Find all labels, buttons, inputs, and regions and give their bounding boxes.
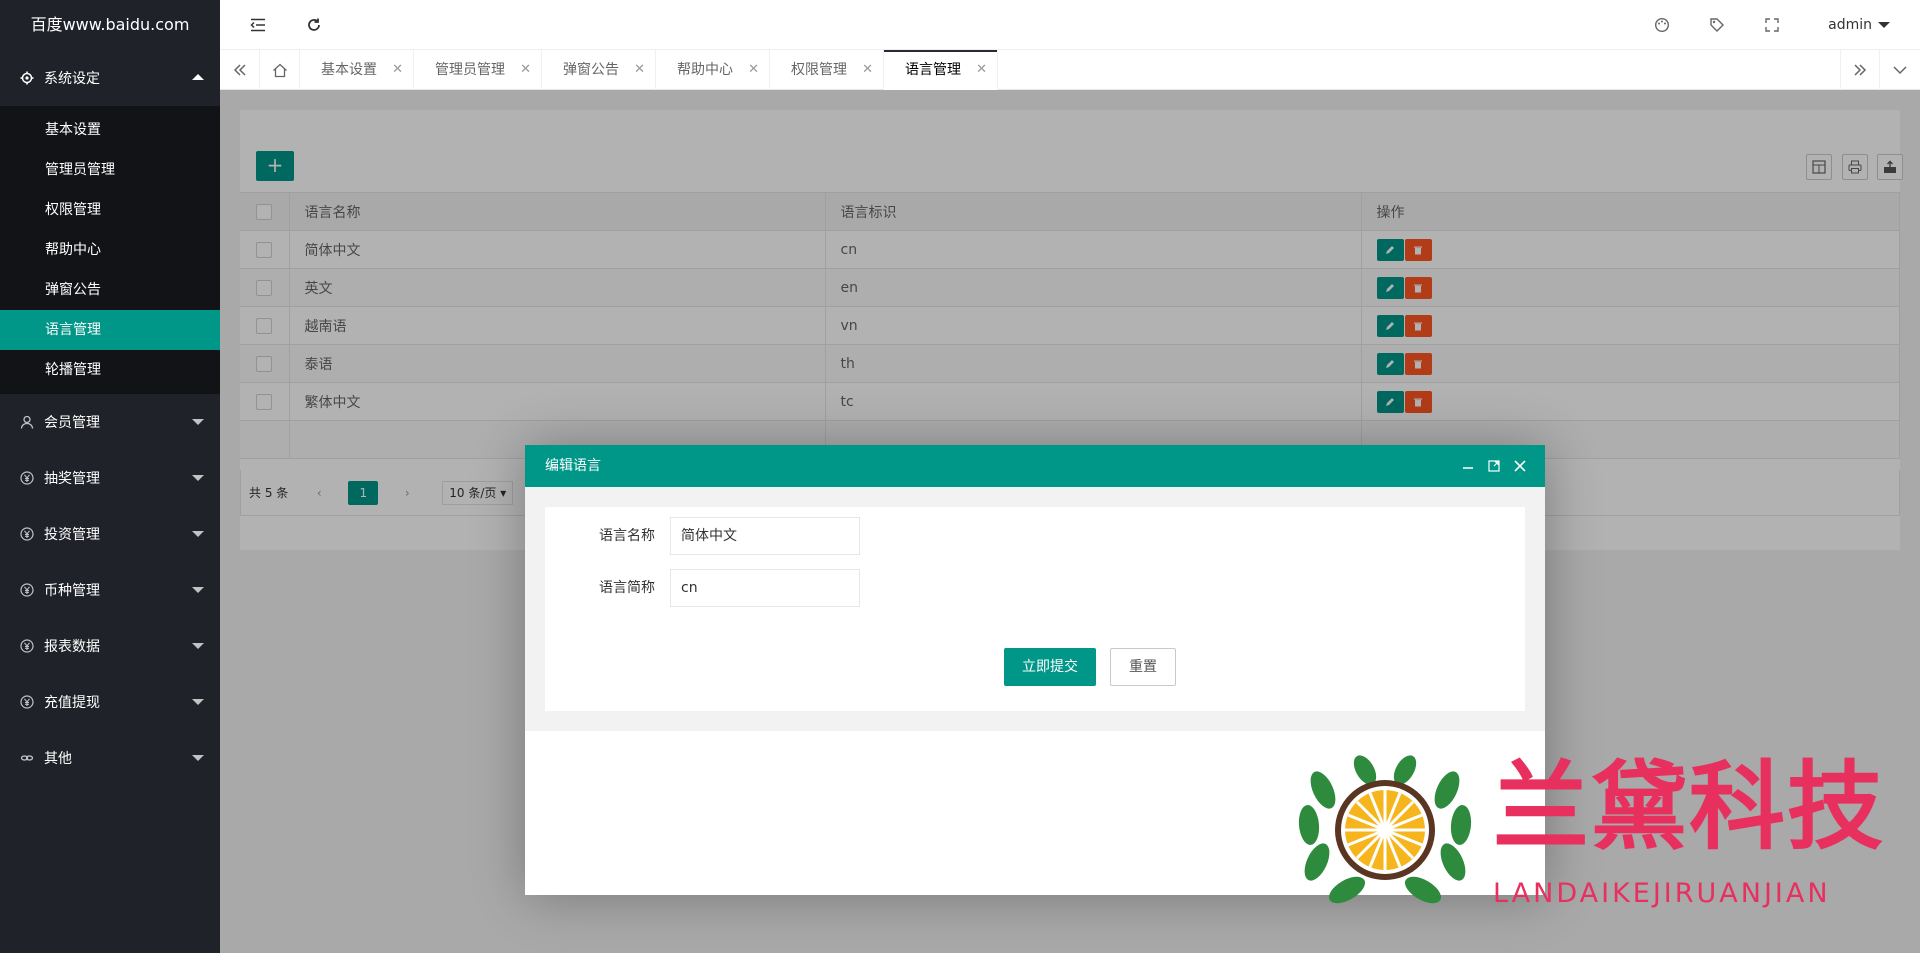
language-name-input[interactable]: 简体中文 xyxy=(670,517,860,555)
tab-label: 语言管理 xyxy=(905,62,961,78)
nav-head-label: 充值提现 xyxy=(44,695,100,711)
link-icon xyxy=(20,751,34,765)
nav-head-label: 币种管理 xyxy=(44,583,100,599)
tab-label: 基本设置 xyxy=(321,62,377,78)
sidebar-item-popup-notice[interactable]: 弹窗公告 xyxy=(0,270,220,310)
watermark-logo-icon xyxy=(1298,755,1472,904)
username: admin xyxy=(1828,17,1872,33)
yen-icon xyxy=(20,695,34,709)
chevron-down-icon xyxy=(192,755,204,761)
sidebar-item-help-center[interactable]: 帮助中心 xyxy=(0,230,220,270)
nav-head-deposit-withdraw[interactable]: 充值提现 xyxy=(0,674,220,730)
nav-head-members[interactable]: 会员管理 xyxy=(0,394,220,450)
nav-head-label: 报表数据 xyxy=(44,639,100,655)
close-icon[interactable]: ✕ xyxy=(520,50,531,90)
chevron-up-icon xyxy=(192,74,204,80)
chevron-down-icon xyxy=(192,419,204,425)
gear-icon xyxy=(20,71,34,85)
nav-head-label: 抽奖管理 xyxy=(44,471,100,487)
tabs: 基本设置 ✕ 管理员管理 ✕ 弹窗公告 ✕ 帮助中心 ✕ 权限管理 ✕ 语言管理 ✕ xyxy=(300,50,998,90)
tag-icon[interactable] xyxy=(1697,0,1737,50)
language-code-label: 语言简称 xyxy=(599,580,655,596)
tab-help-center[interactable]: 帮助中心 ✕ xyxy=(656,50,770,90)
sidebar-item-permissions[interactable]: 权限管理 xyxy=(0,190,220,230)
user-icon xyxy=(20,415,34,429)
close-icon[interactable]: ✕ xyxy=(392,50,403,90)
refresh-icon[interactable] xyxy=(294,0,334,50)
sidebar-item-language[interactable]: 语言管理 xyxy=(0,310,220,350)
minimize-icon[interactable] xyxy=(1457,445,1479,487)
user-menu[interactable]: admin xyxy=(1828,0,1890,50)
watermark-subtitle: LANDAIKEJIRUANJIAN xyxy=(1493,878,1831,909)
close-icon[interactable]: ✕ xyxy=(748,50,759,90)
nav-head-reports[interactable]: 报表数据 xyxy=(0,618,220,674)
submit-button[interactable]: 立即提交 xyxy=(1004,648,1096,686)
dialog-title: 编辑语言 xyxy=(545,458,601,474)
nav-head-label: 系统设定 xyxy=(44,71,100,87)
close-icon[interactable]: ✕ xyxy=(862,50,873,90)
yen-icon xyxy=(20,583,34,597)
yen-icon xyxy=(20,527,34,541)
nav-head-label: 其他 xyxy=(44,751,72,767)
dialog-body: 语言名称 简体中文 语言简称 cn 立即提交 重置 xyxy=(525,487,1545,731)
tabs-menu-chevron-down-icon[interactable] xyxy=(1880,50,1920,90)
chevron-down-icon xyxy=(192,531,204,537)
sidebar-item-admin-management[interactable]: 管理员管理 xyxy=(0,150,220,190)
nav-group-system: 系统设定 基本设置 管理员管理 权限管理 帮助中心 弹窗公告 语言管理 轮播管理 xyxy=(0,50,220,394)
close-icon[interactable]: ✕ xyxy=(634,50,645,90)
tabs-scroll-left-icon[interactable] xyxy=(220,50,260,90)
nav-head-investment[interactable]: 投资管理 xyxy=(0,506,220,562)
tab-popup-notice[interactable]: 弹窗公告 ✕ xyxy=(542,50,656,90)
sidebar-item-basic-settings[interactable]: 基本设置 xyxy=(0,110,220,150)
tab-label: 帮助中心 xyxy=(677,62,733,78)
chevron-down-icon xyxy=(192,643,204,649)
reset-button[interactable]: 重置 xyxy=(1110,648,1176,686)
tab-basic-settings[interactable]: 基本设置 ✕ xyxy=(300,50,414,90)
chevron-down-icon xyxy=(192,587,204,593)
maximize-icon[interactable] xyxy=(1483,445,1505,487)
language-code-input[interactable]: cn xyxy=(670,569,860,607)
chevron-down-icon xyxy=(192,699,204,705)
yen-icon xyxy=(20,471,34,485)
tab-admin-management[interactable]: 管理员管理 ✕ xyxy=(414,50,542,90)
form-row-code: 语言简称 cn xyxy=(545,569,945,607)
nav-head-lottery[interactable]: 抽奖管理 xyxy=(0,450,220,506)
tab-label: 权限管理 xyxy=(791,62,847,78)
tab-permissions[interactable]: 权限管理 ✕ xyxy=(770,50,884,90)
watermark-title: 兰黛科技 xyxy=(1493,751,1885,863)
sidebar: 百度www.baidu.com 系统设定 基本设置 管理员管理 权限管理 帮助中… xyxy=(0,0,220,953)
watermark: 兰黛科技 LANDAIKEJIRUANJIAN xyxy=(1295,752,1905,918)
chevron-down-icon xyxy=(192,475,204,481)
top-header: admin xyxy=(220,0,1920,50)
edit-language-form: 语言名称 简体中文 语言简称 cn 立即提交 重置 xyxy=(545,507,1525,711)
fullscreen-icon[interactable] xyxy=(1752,0,1792,50)
menu-fold-icon[interactable] xyxy=(238,0,278,50)
tabs-scroll-right-icon[interactable] xyxy=(1840,50,1880,90)
home-icon[interactable] xyxy=(260,50,300,90)
nav-head-other[interactable]: 其他 xyxy=(0,730,220,786)
close-icon[interactable]: ✕ xyxy=(976,50,987,90)
nav-head-label: 投资管理 xyxy=(44,527,100,543)
app-logo[interactable]: 百度www.baidu.com xyxy=(0,0,220,50)
close-icon[interactable] xyxy=(1509,445,1531,487)
language-name-label: 语言名称 xyxy=(599,528,655,544)
tab-label: 弹窗公告 xyxy=(563,62,619,78)
sidebar-item-carousel[interactable]: 轮播管理 xyxy=(0,350,220,390)
form-row-name: 语言名称 简体中文 xyxy=(545,517,945,555)
nav-head-currency[interactable]: 币种管理 xyxy=(0,562,220,618)
yen-icon xyxy=(20,639,34,653)
caret-down-icon xyxy=(1878,22,1890,28)
tab-label: 管理员管理 xyxy=(435,62,505,78)
subnav-system: 基本设置 管理员管理 权限管理 帮助中心 弹窗公告 语言管理 轮播管理 xyxy=(0,106,220,394)
dialog-header: 编辑语言 xyxy=(525,445,1545,487)
tab-language-management[interactable]: 语言管理 ✕ xyxy=(884,50,998,90)
nav-head-system[interactable]: 系统设定 xyxy=(0,50,220,106)
tabs-bar: 基本设置 ✕ 管理员管理 ✕ 弹窗公告 ✕ 帮助中心 ✕ 权限管理 ✕ 语言管理 ✕ xyxy=(220,50,1920,90)
nav-head-label: 会员管理 xyxy=(44,415,100,431)
theme-icon[interactable] xyxy=(1642,0,1682,50)
